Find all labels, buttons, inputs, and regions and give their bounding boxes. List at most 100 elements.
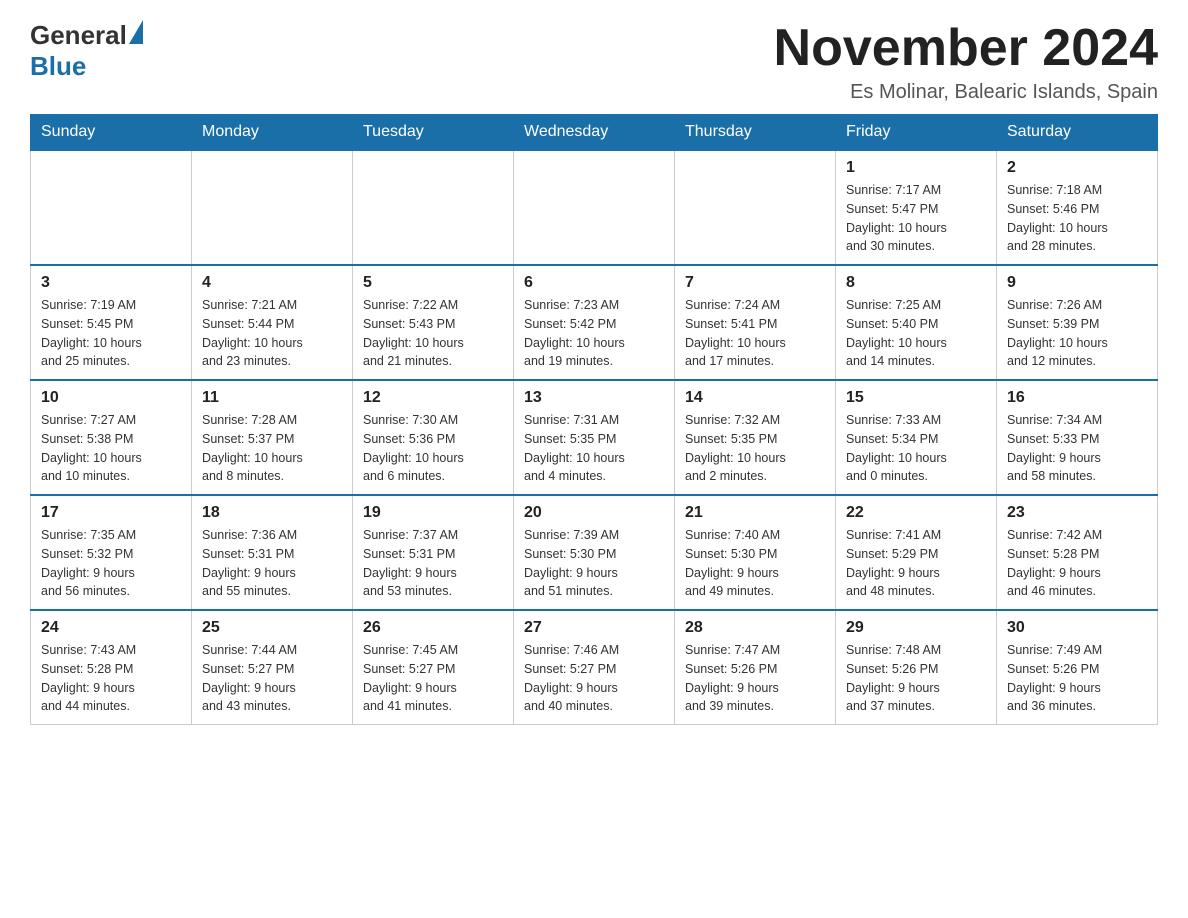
day-number: 8 (846, 274, 986, 292)
day-info: Sunrise: 7:39 AM Sunset: 5:30 PM Dayligh… (524, 526, 664, 601)
calendar-cell: 5 Sunrise: 7:22 AM Sunset: 5:43 PM Daylig… (353, 265, 514, 380)
calendar-cell: 28 Sunrise: 7:47 AM Sunset: 5:26 PM Dayli… (675, 610, 836, 725)
day-info: Sunrise: 7:19 AM Sunset: 5:45 PM Dayligh… (41, 296, 181, 371)
day-info: Sunrise: 7:40 AM Sunset: 5:30 PM Dayligh… (685, 526, 825, 601)
logo-triangle-icon (129, 20, 143, 44)
calendar-cell: 7 Sunrise: 7:24 AM Sunset: 5:41 PM Daylig… (675, 265, 836, 380)
day-number: 22 (846, 504, 986, 522)
weekday-header-friday: Friday (836, 115, 997, 151)
day-info: Sunrise: 7:44 AM Sunset: 5:27 PM Dayligh… (202, 641, 342, 716)
calendar-cell: 13Sunrise: 7:31 AM Sunset: 5:35 PM Dayli… (514, 380, 675, 495)
day-info: Sunrise: 7:26 AM Sunset: 5:39 PM Dayligh… (1007, 296, 1147, 371)
day-number: 1 (846, 159, 986, 177)
day-number: 29 (846, 619, 986, 637)
calendar-cell: 23 Sunrise: 7:42 AM Sunset: 5:28 PM Dayli… (997, 495, 1158, 610)
calendar-cell: 24 Sunrise: 7:43 AM Sunset: 5:28 PM Dayli… (31, 610, 192, 725)
day-info: Sunrise: 7:25 AM Sunset: 5:40 PM Dayligh… (846, 296, 986, 371)
day-info: Sunrise: 7:42 AM Sunset: 5:28 PM Dayligh… (1007, 526, 1147, 601)
page-header: General Blue November 2024 Es Molinar, B… (30, 20, 1158, 104)
calendar-cell: 3 Sunrise: 7:19 AM Sunset: 5:45 PM Daylig… (31, 265, 192, 380)
day-info: Sunrise: 7:32 AM Sunset: 5:35 PM Dayligh… (685, 411, 825, 486)
day-number: 19 (363, 504, 503, 522)
day-info: Sunrise: 7:24 AM Sunset: 5:41 PM Dayligh… (685, 296, 825, 371)
weekday-header-saturday: Saturday (997, 115, 1158, 151)
calendar-cell: 27 Sunrise: 7:46 AM Sunset: 5:27 PM Dayli… (514, 610, 675, 725)
day-number: 18 (202, 504, 342, 522)
day-number: 9 (1007, 274, 1147, 292)
calendar-cell: 14Sunrise: 7:32 AM Sunset: 5:35 PM Dayli… (675, 380, 836, 495)
day-number: 24 (41, 619, 181, 637)
day-info: Sunrise: 7:18 AM Sunset: 5:46 PM Dayligh… (1007, 181, 1147, 256)
calendar-cell (192, 150, 353, 265)
day-number: 4 (202, 274, 342, 292)
calendar-cell: 10 Sunrise: 7:27 AM Sunset: 5:38 PM Dayli… (31, 380, 192, 495)
calendar-cell: 22 Sunrise: 7:41 AM Sunset: 5:29 PM Dayli… (836, 495, 997, 610)
day-number: 17 (41, 504, 181, 522)
calendar-cell: 12 Sunrise: 7:30 AM Sunset: 5:36 PM Dayli… (353, 380, 514, 495)
day-info: Sunrise: 7:28 AM Sunset: 5:37 PM Dayligh… (202, 411, 342, 486)
calendar-cell: 30Sunrise: 7:49 AM Sunset: 5:26 PM Dayli… (997, 610, 1158, 725)
day-number: 26 (363, 619, 503, 637)
calendar-cell: 1 Sunrise: 7:17 AM Sunset: 5:47 PM Daylig… (836, 150, 997, 265)
day-info: Sunrise: 7:37 AM Sunset: 5:31 PM Dayligh… (363, 526, 503, 601)
calendar-table: SundayMondayTuesdayWednesdayThursdayFrid… (30, 114, 1158, 725)
day-info: Sunrise: 7:45 AM Sunset: 5:27 PM Dayligh… (363, 641, 503, 716)
month-title: November 2024 (774, 20, 1158, 77)
day-info: Sunrise: 7:47 AM Sunset: 5:26 PM Dayligh… (685, 641, 825, 716)
day-info: Sunrise: 7:36 AM Sunset: 5:31 PM Dayligh… (202, 526, 342, 601)
day-info: Sunrise: 7:21 AM Sunset: 5:44 PM Dayligh… (202, 296, 342, 371)
day-number: 27 (524, 619, 664, 637)
day-number: 16 (1007, 389, 1147, 407)
weekday-header-wednesday: Wednesday (514, 115, 675, 151)
calendar-cell: 17Sunrise: 7:35 AM Sunset: 5:32 PM Dayli… (31, 495, 192, 610)
day-number: 23 (1007, 504, 1147, 522)
calendar-cell: 6 Sunrise: 7:23 AM Sunset: 5:42 PM Daylig… (514, 265, 675, 380)
day-info: Sunrise: 7:31 AM Sunset: 5:35 PM Dayligh… (524, 411, 664, 486)
calendar-cell: 15 Sunrise: 7:33 AM Sunset: 5:34 PM Dayli… (836, 380, 997, 495)
day-info: Sunrise: 7:17 AM Sunset: 5:47 PM Dayligh… (846, 181, 986, 256)
weekday-header-sunday: Sunday (31, 115, 192, 151)
day-number: 7 (685, 274, 825, 292)
calendar-cell: 29Sunrise: 7:48 AM Sunset: 5:26 PM Dayli… (836, 610, 997, 725)
day-info: Sunrise: 7:27 AM Sunset: 5:38 PM Dayligh… (41, 411, 181, 486)
calendar-cell: 4 Sunrise: 7:21 AM Sunset: 5:44 PM Daylig… (192, 265, 353, 380)
logo-blue: Blue (30, 51, 86, 82)
logo-general: General (30, 20, 127, 51)
calendar-cell: 2 Sunrise: 7:18 AM Sunset: 5:46 PM Daylig… (997, 150, 1158, 265)
day-info: Sunrise: 7:41 AM Sunset: 5:29 PM Dayligh… (846, 526, 986, 601)
day-info: Sunrise: 7:34 AM Sunset: 5:33 PM Dayligh… (1007, 411, 1147, 486)
day-number: 28 (685, 619, 825, 637)
calendar-week-3: 10 Sunrise: 7:27 AM Sunset: 5:38 PM Dayli… (31, 380, 1158, 495)
day-number: 21 (685, 504, 825, 522)
calendar-cell: 20Sunrise: 7:39 AM Sunset: 5:30 PM Dayli… (514, 495, 675, 610)
weekday-header-monday: Monday (192, 115, 353, 151)
day-info: Sunrise: 7:43 AM Sunset: 5:28 PM Dayligh… (41, 641, 181, 716)
day-info: Sunrise: 7:22 AM Sunset: 5:43 PM Dayligh… (363, 296, 503, 371)
day-number: 11 (202, 389, 342, 407)
day-number: 6 (524, 274, 664, 292)
day-number: 5 (363, 274, 503, 292)
day-number: 15 (846, 389, 986, 407)
day-info: Sunrise: 7:46 AM Sunset: 5:27 PM Dayligh… (524, 641, 664, 716)
day-info: Sunrise: 7:49 AM Sunset: 5:26 PM Dayligh… (1007, 641, 1147, 716)
calendar-cell (353, 150, 514, 265)
day-number: 25 (202, 619, 342, 637)
calendar-cell: 19 Sunrise: 7:37 AM Sunset: 5:31 PM Dayli… (353, 495, 514, 610)
calendar-cell (31, 150, 192, 265)
day-number: 10 (41, 389, 181, 407)
location: Es Molinar, Balearic Islands, Spain (774, 81, 1158, 104)
day-info: Sunrise: 7:33 AM Sunset: 5:34 PM Dayligh… (846, 411, 986, 486)
calendar-cell: 16 Sunrise: 7:34 AM Sunset: 5:33 PM Dayli… (997, 380, 1158, 495)
calendar-cell: 25 Sunrise: 7:44 AM Sunset: 5:27 PM Dayli… (192, 610, 353, 725)
day-info: Sunrise: 7:30 AM Sunset: 5:36 PM Dayligh… (363, 411, 503, 486)
logo: General Blue (30, 20, 143, 82)
day-number: 2 (1007, 159, 1147, 177)
calendar-week-2: 3 Sunrise: 7:19 AM Sunset: 5:45 PM Daylig… (31, 265, 1158, 380)
weekday-header-thursday: Thursday (675, 115, 836, 151)
calendar-week-1: 1 Sunrise: 7:17 AM Sunset: 5:47 PM Daylig… (31, 150, 1158, 265)
title-block: November 2024 Es Molinar, Balearic Islan… (774, 20, 1158, 104)
calendar-cell: 21 Sunrise: 7:40 AM Sunset: 5:30 PM Dayli… (675, 495, 836, 610)
day-info: Sunrise: 7:23 AM Sunset: 5:42 PM Dayligh… (524, 296, 664, 371)
day-number: 12 (363, 389, 503, 407)
day-number: 3 (41, 274, 181, 292)
